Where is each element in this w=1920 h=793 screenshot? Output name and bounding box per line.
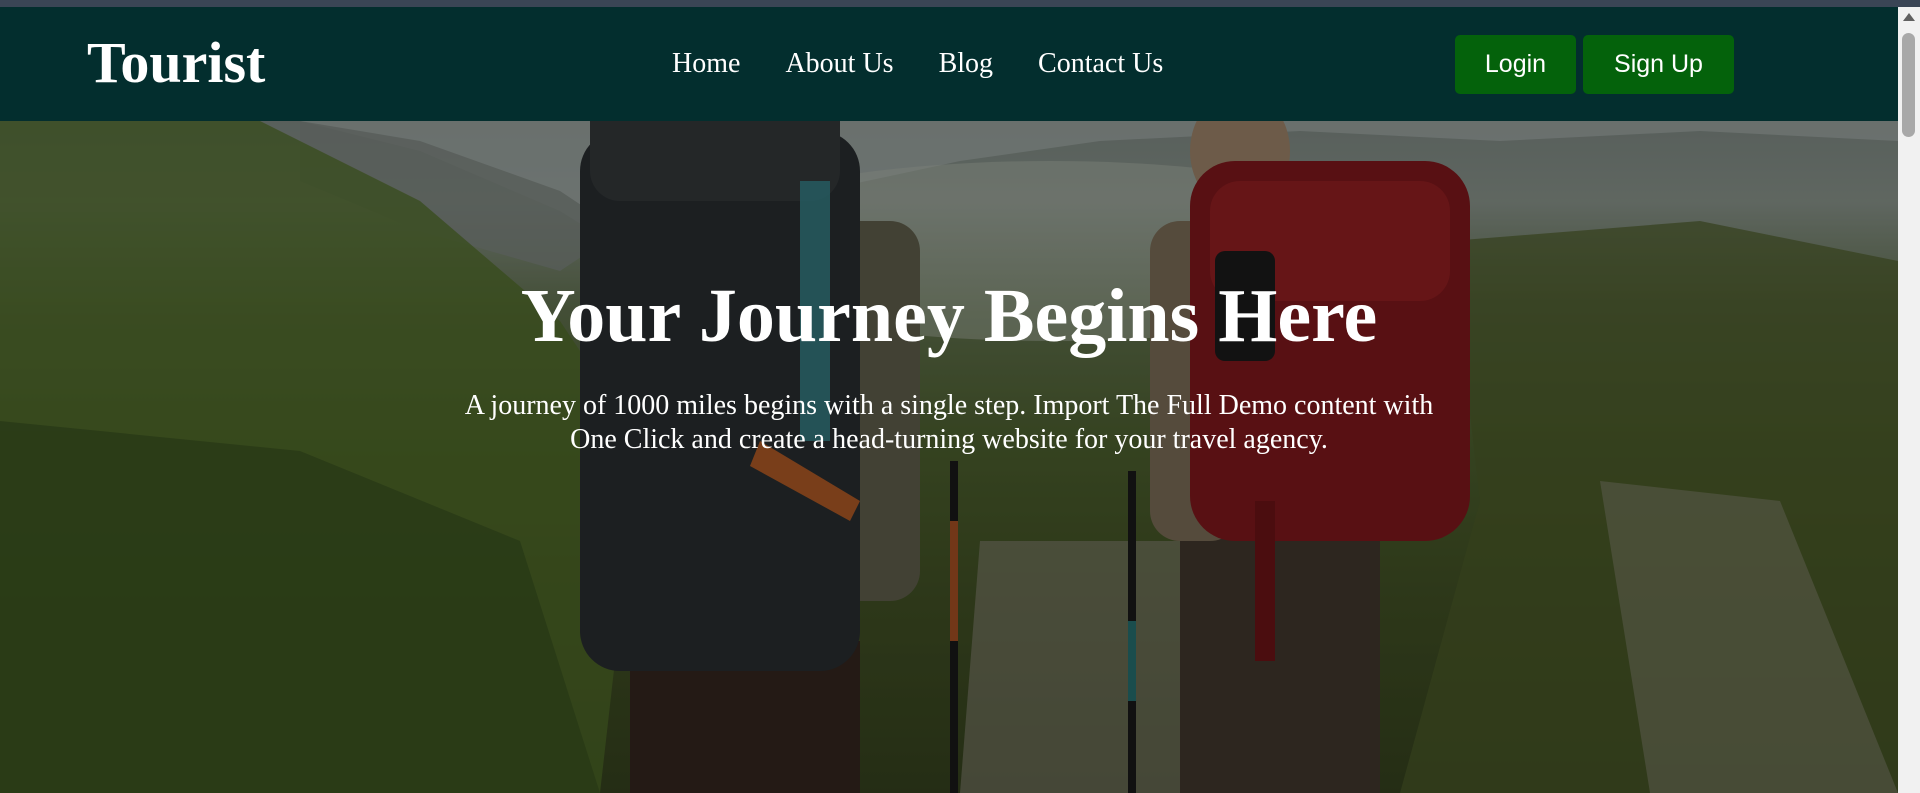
nav-link-contact-us[interactable]: Contact Us [1038, 47, 1163, 81]
scrollbar-thumb[interactable] [1902, 33, 1915, 137]
navbar: Tourist Home About Us Blog Contact Us Lo… [0, 7, 1898, 121]
hero-subtitle: A journey of 1000 miles begins with a si… [464, 390, 1434, 455]
site-logo[interactable]: Tourist [87, 31, 265, 95]
page: Tourist Home About Us Blog Contact Us Lo… [0, 7, 1898, 793]
scroll-up-arrow-icon[interactable] [1903, 13, 1915, 21]
hero-dark-overlay [0, 121, 1898, 793]
hero-title: Your Journey Begins Here [520, 274, 1378, 358]
nav-auth-buttons: Login Sign Up [1455, 35, 1734, 94]
nav-link-home[interactable]: Home [672, 47, 740, 81]
nav-link-about-us[interactable]: About Us [785, 47, 893, 81]
nav-links: Home About Us Blog Contact Us [672, 47, 1163, 81]
nav-link-blog[interactable]: Blog [939, 47, 993, 81]
hero-section: Your Journey Begins Here A journey of 10… [0, 121, 1898, 793]
sign-up-button[interactable]: Sign Up [1583, 35, 1734, 94]
page-scrollbar[interactable] [1898, 7, 1920, 793]
browser-top-strip [0, 0, 1920, 7]
login-button[interactable]: Login [1455, 35, 1576, 94]
